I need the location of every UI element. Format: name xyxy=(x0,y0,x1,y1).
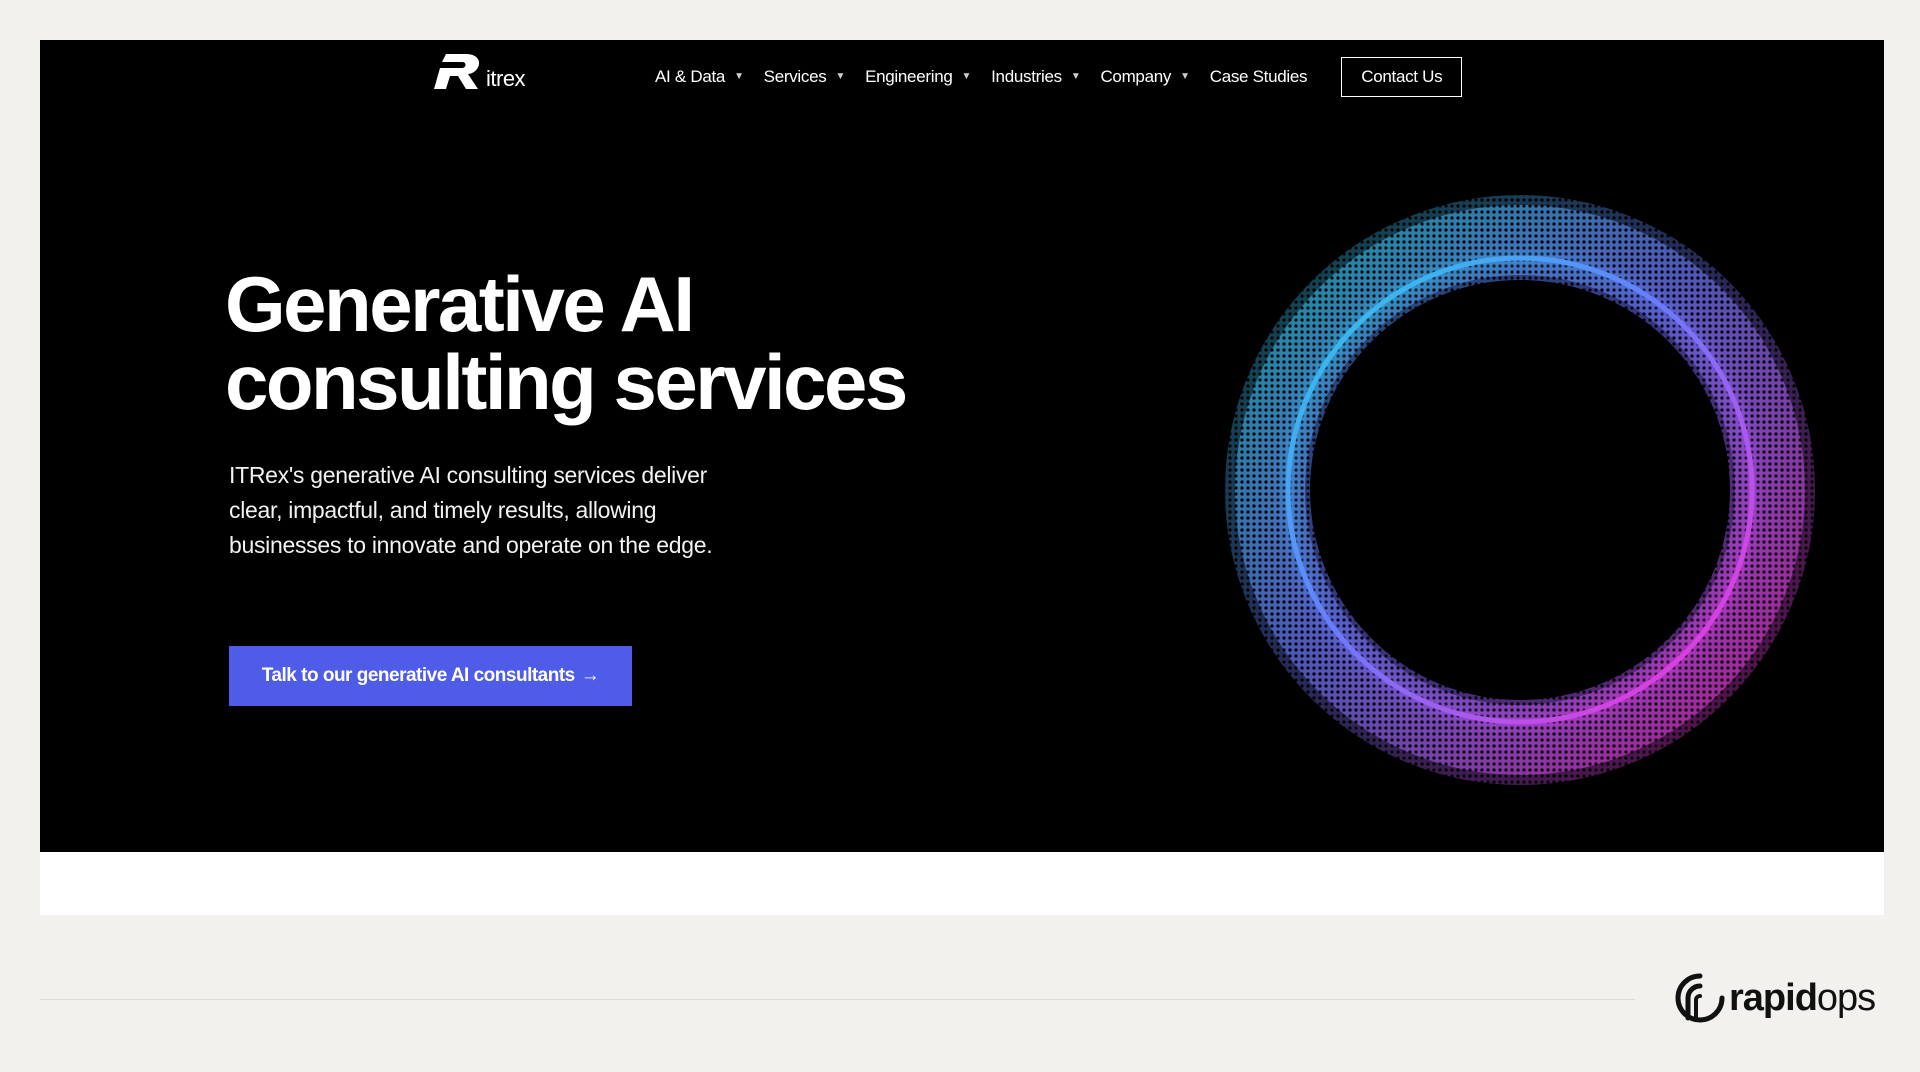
nav-item-ai-data[interactable]: AI & Data ▼ xyxy=(655,67,744,87)
caret-down-icon: ▼ xyxy=(835,70,846,82)
rapidops-logo-icon xyxy=(1675,973,1725,1023)
hero-title-line1: Generative AI xyxy=(225,260,695,348)
footer-divider xyxy=(40,999,1635,1000)
itrex-logo-icon xyxy=(434,54,480,89)
hero-description: ITRex's generative AI consulting service… xyxy=(229,462,713,558)
caret-down-icon: ▼ xyxy=(961,70,972,82)
caret-down-icon: ▼ xyxy=(1180,70,1190,82)
caret-down-icon: ▼ xyxy=(734,70,744,82)
brand-bold-text: rapid xyxy=(1729,976,1818,1019)
nav-item-label: AI & Data xyxy=(655,67,726,86)
logo-text: itrex xyxy=(486,66,526,91)
ring-graphic-svg xyxy=(1220,190,1820,790)
nav-item-industries[interactable]: Industries ▼ xyxy=(991,67,1081,87)
nav-item-company[interactable]: Company ▼ xyxy=(1100,67,1190,87)
cta-label: Talk to our generative AI consultants xyxy=(261,665,576,686)
talk-to-consultants-button[interactable]: Talk to our generative AI consultants → xyxy=(229,646,632,706)
main-nav: AI & Data ▼ Services ▼ Engineering ▼ Ind… xyxy=(655,57,1463,97)
nav-item-label: Services xyxy=(763,67,827,86)
hero-section: itrex AI & Data ▼ Services ▼ Engineering… xyxy=(40,40,1884,852)
hero-title: Generative AI consulting services xyxy=(225,260,908,426)
glowing-ring-graphic xyxy=(1215,185,1825,795)
nav-item-services[interactable]: Services ▼ xyxy=(763,67,846,87)
arrow-right-icon: → xyxy=(580,665,600,686)
nav-item-label: Company xyxy=(1100,67,1172,86)
rapidops-brand: rapidops xyxy=(1675,973,1876,1023)
hero-title-line2: consulting services xyxy=(225,338,908,426)
brand-light-text: ops xyxy=(1816,976,1876,1019)
contact-us-button[interactable]: Contact Us xyxy=(1341,57,1463,97)
caret-down-icon: ▼ xyxy=(1070,70,1081,82)
nav-item-label: Engineering xyxy=(865,67,953,86)
nav-item-engineering[interactable]: Engineering ▼ xyxy=(865,67,971,87)
itrex-logo[interactable]: itrex xyxy=(432,54,526,91)
nav-item-case-studies[interactable]: Case Studies xyxy=(1210,67,1308,87)
nav-item-label: Case Studies xyxy=(1209,67,1308,86)
rapidops-wordmark: rapidops xyxy=(1729,976,1876,1020)
page-frame: itrex AI & Data ▼ Services ▼ Engineering… xyxy=(40,40,1884,915)
nav-item-label: Industries xyxy=(991,67,1062,86)
